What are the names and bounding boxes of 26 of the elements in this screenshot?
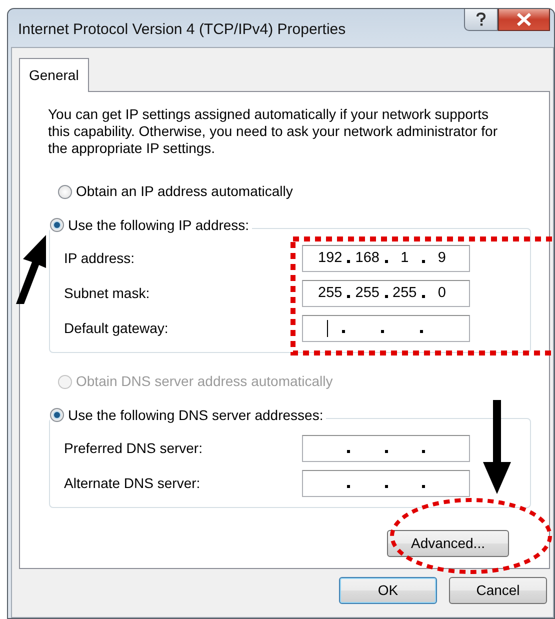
field-label: Preferred DNS server: bbox=[64, 439, 202, 458]
ok-button[interactable]: OK bbox=[339, 577, 437, 604]
ip-address-field[interactable]: 255 255 255 0 bbox=[302, 280, 470, 307]
field-label: Subnet mask: bbox=[64, 284, 150, 303]
radio-label[interactable]: Use the following DNS server addresses: bbox=[68, 404, 324, 426]
radio-button[interactable] bbox=[58, 184, 72, 198]
close-icon bbox=[516, 13, 532, 26]
field-label: Alternate DNS server: bbox=[64, 474, 200, 493]
cancel-button[interactable]: Cancel bbox=[449, 577, 547, 604]
radio-label[interactable]: Obtain an IP address automatically bbox=[76, 181, 293, 202]
ip-address-field[interactable]: 192 168 1 9 bbox=[302, 245, 470, 272]
ip-address-field[interactable] bbox=[302, 315, 470, 342]
field-label: Default gateway: bbox=[64, 319, 168, 338]
field-label: IP address: bbox=[64, 249, 135, 268]
ip-address-field[interactable] bbox=[302, 470, 470, 497]
radio-button[interactable] bbox=[50, 408, 64, 422]
window-title: Internet Protocol Version 4 (TCP/IPv4) Properties bbox=[18, 20, 346, 40]
help-icon bbox=[475, 12, 487, 27]
radio-button[interactable] bbox=[50, 218, 64, 232]
help-button[interactable] bbox=[464, 9, 498, 31]
close-button[interactable] bbox=[498, 9, 550, 31]
description-text: You can get IP settings assigned automatically if your network supports this capability. Otherwise, you need to ask your network administrator for the appropriate IP settings. bbox=[48, 106, 498, 157]
ip-address-field[interactable] bbox=[302, 435, 470, 462]
advanced-button[interactable]: Advanced... bbox=[387, 530, 509, 557]
tab[interactable]: General bbox=[19, 58, 89, 92]
radio-label[interactable]: Use the following IP address: bbox=[68, 214, 250, 236]
